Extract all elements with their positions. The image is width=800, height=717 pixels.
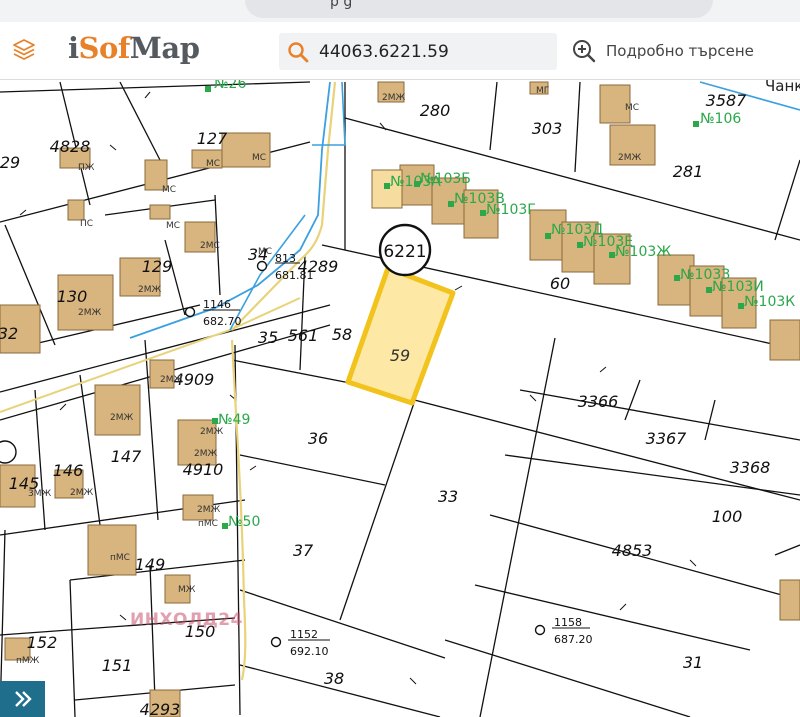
building-label: 3МЖ xyxy=(28,489,51,499)
parcel-number: 33 xyxy=(438,487,458,506)
parcel-number: 149 xyxy=(135,555,166,574)
parcel-number: 4910 xyxy=(183,460,224,479)
building-label: МС xyxy=(166,221,180,231)
building-label: 2МЖ xyxy=(618,153,641,163)
watermark-text: ИНХОЛД24 xyxy=(130,610,243,630)
parcel-number: 36 xyxy=(308,429,328,448)
parcel-number: 561 xyxy=(288,326,319,345)
search-icon xyxy=(288,41,309,62)
zoom-search-icon xyxy=(573,40,596,63)
parcel-number: 3368 xyxy=(730,458,771,477)
address-number: №103И xyxy=(712,279,764,295)
parcel-number: 127 xyxy=(197,129,228,148)
address-number: №106 xyxy=(700,111,741,127)
survey-point-id: 813 xyxy=(275,252,296,265)
parcel-number: 147 xyxy=(111,447,142,466)
survey-point-elevation: 681.81 xyxy=(275,269,314,282)
browser-url-bar[interactable] xyxy=(245,0,713,18)
parcel-number: 60 xyxy=(550,274,570,293)
logo-text-i: i xyxy=(68,31,79,65)
parcel-number: 4828 xyxy=(50,137,91,156)
building-label: МС xyxy=(162,185,176,195)
building-label: МЖ xyxy=(178,585,196,595)
parcel-number: 35 xyxy=(258,328,278,347)
building-label: 2МЖ xyxy=(138,285,161,295)
map-canvas[interactable]: 2803033587281127482829129130323442893556… xyxy=(0,80,800,717)
survey-point-id: 1152 xyxy=(290,628,318,641)
survey-point-elevation: 692.10 xyxy=(290,645,329,658)
building-label: 2МЖ xyxy=(197,505,220,515)
layers-button[interactable] xyxy=(8,34,40,66)
logo-text-map: Map xyxy=(129,31,200,65)
search-input[interactable] xyxy=(319,41,539,62)
selected-parcel-number: 59 xyxy=(390,346,410,365)
address-number: №49 xyxy=(218,412,250,428)
parcel-number: 37 xyxy=(293,541,314,560)
logo-text-sof: Sof xyxy=(78,31,131,65)
parcel-number: 3367 xyxy=(646,429,688,448)
parcel-number: 146 xyxy=(53,461,84,480)
building-label: 2МЖ xyxy=(160,375,183,385)
survey-point-id: 1158 xyxy=(554,616,582,629)
address-number: №103К xyxy=(744,294,795,310)
address-number: №103Ж xyxy=(615,244,671,260)
isofmap-logo: iSofMap xyxy=(68,31,200,65)
building-label: МГ xyxy=(536,86,549,96)
browser-url-text: p g xyxy=(330,0,353,10)
parcel-number: 31 xyxy=(683,653,703,672)
search-box[interactable] xyxy=(279,33,557,70)
cadastral-map[interactable]: 2803033587281127482829129130323442893556… xyxy=(0,80,800,717)
layers-icon xyxy=(13,39,35,60)
parcel-number: 4293 xyxy=(140,700,181,717)
parcel-number: 303 xyxy=(532,119,563,138)
building-label: 2МЖ xyxy=(194,449,217,459)
parcel-number: 38 xyxy=(324,669,344,688)
address-number: №103Г xyxy=(486,202,536,218)
building-label: 2МЖ xyxy=(382,93,405,103)
parcel-number: 151 xyxy=(102,656,133,675)
advanced-search-label: Подробно търсене xyxy=(606,42,754,60)
app-toolbar: iSofMap Подробно търсене xyxy=(0,22,800,80)
parcel-number: 129 xyxy=(142,257,173,276)
parcel-number: 100 xyxy=(712,507,743,526)
building-label: 2МЖ xyxy=(110,413,133,423)
address-number: №26 xyxy=(214,80,246,92)
browser-address-strip: p g xyxy=(0,0,800,22)
building-label: пМЖ xyxy=(16,656,40,666)
parcel-number: 280 xyxy=(420,101,451,120)
survey-point-id: 1146 xyxy=(203,298,231,311)
building-label: 2МЖ xyxy=(78,308,101,318)
building-label: МС xyxy=(625,103,639,113)
parcel-number: 32 xyxy=(0,324,18,343)
advanced-search-button[interactable]: Подробно търсене xyxy=(572,39,754,63)
address-number: №103Б xyxy=(420,171,471,187)
expand-panel-button[interactable] xyxy=(0,681,45,717)
parcel-number: 3587 xyxy=(706,91,748,110)
selected-parcel-highlight[interactable] xyxy=(345,265,456,406)
building-label: МС xyxy=(258,247,272,257)
building-label: 2МЖ xyxy=(70,488,93,498)
building-label: МС xyxy=(206,159,220,169)
double-chevron-right-icon xyxy=(14,691,32,707)
parcel-number: 130 xyxy=(57,287,88,306)
building-label: ПЖ xyxy=(78,163,95,173)
address-number: №50 xyxy=(228,514,260,530)
parcel-number: 29 xyxy=(0,153,20,172)
building-label: 2МС xyxy=(200,241,220,251)
building-label: ПС xyxy=(80,219,93,229)
parcel-number: 58 xyxy=(332,325,352,344)
building-label: МС xyxy=(252,153,266,163)
building-label: 2МЖ xyxy=(200,427,223,437)
parcel-number: 281 xyxy=(673,162,704,181)
parcel-number: 3366 xyxy=(578,392,619,411)
parcel-number: 152 xyxy=(27,633,58,652)
survey-point-elevation: 687.20 xyxy=(554,633,593,646)
building-label: пМС xyxy=(198,519,218,529)
survey-point-elevation: 682.70 xyxy=(203,315,242,328)
street-label: Чанко xyxy=(765,80,800,95)
building-label: пМС xyxy=(110,553,130,563)
selected-block-number: 6221 xyxy=(383,242,426,262)
parcel-number: 4853 xyxy=(612,541,653,560)
